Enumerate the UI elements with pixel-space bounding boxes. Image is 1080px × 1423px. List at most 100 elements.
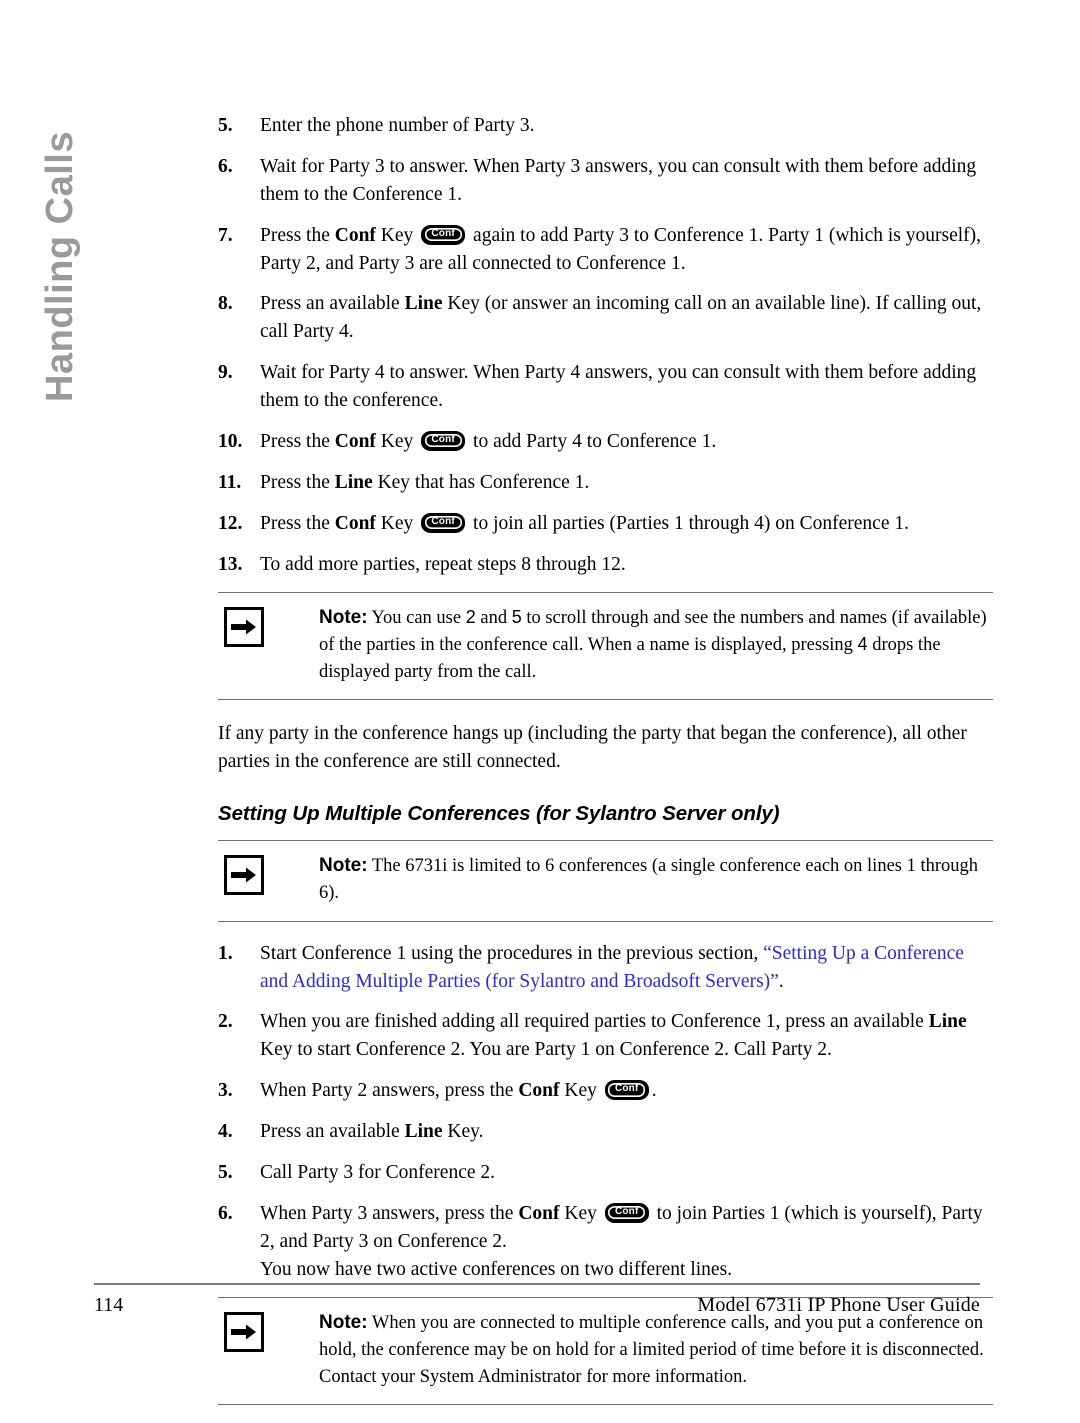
conf-key-icon: Conf [421,512,466,533]
note-part-a: You can use [367,608,466,629]
conf-key-icon-label: Conf [431,227,455,239]
step-number: 5. [218,115,233,136]
step-text-mid: Key [375,430,419,452]
list-item: 5. Enter the phone number of Party 3. [218,112,993,140]
note-box: Note: You can use 2 and 5 to scroll thro… [218,592,993,700]
step-text-pre: Press an available [260,1121,405,1143]
step-number: 12. [218,512,243,534]
step-text-pre: Start Conference 1 using the procedures … [260,942,764,964]
step-text-pre: When Party 3 answers, press the [260,1202,519,1224]
step-number: 3. [218,1080,233,1102]
step-text: Press the Line Key that has Conference 1… [260,469,993,497]
list-item: 3. When Party 2 answers, press the Conf … [218,1077,993,1105]
step-text-pre: When you are finished adding all require… [260,1011,929,1033]
step-number: 7. [218,224,233,246]
note-label: Note: [319,607,368,629]
step-text: When you are finished adding all require… [260,1008,993,1064]
step-text-post: Key that has Conference 1. [372,471,590,493]
list-item: 9. Wait for Party 4 to answer. When Part… [218,359,993,415]
guide-title: Model 6731i IP Phone User Guide [697,1294,980,1316]
step-text: Press an available Line Key (or answer a… [260,290,993,346]
document-page: Handling Calls 5. Enter the phone number… [0,0,1080,1405]
conf-key-icon: Conf [421,430,466,451]
section-heading: Setting Up Multiple Conferences (for Syl… [218,802,780,826]
step-text-post: . [651,1080,657,1102]
step-text: When Party 2 answers, press the Conf Key… [260,1077,993,1105]
key-digit-2: 2 [465,607,476,628]
list-item: 12. Press the Conf Key Conf to join all … [218,510,993,538]
step-text: To add more parties, repeat steps 8 thro… [260,553,626,575]
list-item: 7. Press the Conf Key Conf again to add … [218,222,993,278]
note-body: When you are connected to multiple confe… [319,1313,984,1387]
list-item: 6. When Party 3 answers, press the Conf … [218,1200,993,1284]
note-text: Note: The 6731i is limited to 6 conferen… [319,853,993,906]
list-item: 4. Press an available Line Key. [218,1118,993,1146]
footer-row: 114 Model 6731i IP Phone User Guide [94,1294,980,1317]
conf-key-icon-label: Conf [614,1206,639,1218]
note-text: Note: You can use 2 and 5 to scroll thro… [319,605,993,685]
conf-keyword: Conf [518,1202,560,1224]
arrow-right-icon [224,855,264,896]
step-text-post: to join all parties (Parties 1 through 4… [468,512,909,534]
conf-keyword: Conf [334,224,376,246]
list-item: 8. Press an available Line Key (or answe… [218,290,993,346]
conf-key-icon-label: Conf [614,1083,639,1095]
note-text: Note: When you are connected to multiple… [319,1310,993,1390]
page-number: 114 [94,1294,124,1316]
step-number: 11. [218,471,242,493]
line-keyword: Line [334,471,373,493]
list-item: 2. When you are finished adding all requ… [218,1008,993,1064]
conf-keyword: Conf [334,430,376,452]
step-number: 4. [218,1121,233,1143]
conf-keyword: Conf [518,1080,560,1102]
step-text-pre: Press the [260,471,335,493]
step-text-pre: Press the [260,224,335,246]
step-text: Press the Conf Key Conf to join all part… [260,510,993,538]
arrow-right-icon [224,607,264,648]
note-icon-wrap [224,855,270,896]
step-text-mid: Key [375,512,419,534]
step-number: 9. [218,362,233,384]
step-text-post: Key. [442,1121,484,1143]
note-part-b: and [475,608,512,629]
step-extra-line: You now have two active conferences on t… [260,1258,733,1280]
page-footer: 114 Model 6731i IP Phone User Guide [94,1283,980,1317]
step-text-mid: Key [375,224,419,246]
step-number: 6. [218,1202,233,1224]
step-text-mid: Key [559,1202,602,1224]
step-number: 1. [218,942,233,964]
step-number: 2. [218,1011,233,1033]
step-text: Start Conference 1 using the procedures … [260,940,993,996]
note-icon-wrap [224,1312,270,1353]
list-item: 10. Press the Conf Key Conf to add Party… [218,428,993,456]
key-digit-5: 5 [511,607,522,628]
line-keyword: Line [404,293,443,315]
arrow-right-icon [224,1312,264,1353]
conf-key-icon-label: Conf [431,515,455,527]
note-label: Note: [319,855,368,877]
step-text-pre: Press an available [260,293,405,315]
step-text: Enter the phone number of Party 3. [260,115,535,136]
conf-key-icon: Conf [421,224,466,245]
step-text-pre: Press the [260,512,335,534]
list-item: 5. Call Party 3 for Conference 2. [218,1159,993,1187]
step-text-pre: When Party 2 answers, press the [260,1080,519,1102]
list-item: 1. Start Conference 1 using the procedur… [218,940,993,996]
chapter-side-tab-label: Handling Calls [38,131,81,402]
step-text: When Party 3 answers, press the Conf Key… [260,1200,993,1284]
step-text-post: Key to start Conference 2. You are Party… [260,1039,832,1061]
body-paragraph: If any party in the conference hangs up … [218,722,967,773]
step-text: Press the Conf Key Conf to add Party 4 t… [260,428,993,456]
step-text: Press the Conf Key Conf again to add Par… [260,222,993,278]
page-content: 5. Enter the phone number of Party 3. 6.… [218,112,993,1423]
step-text: Press an available Line Key. [260,1118,993,1146]
step-text: Wait for Party 3 to answer. When Party 3… [260,155,977,205]
step-text-pre: Press the [260,430,335,452]
footer-divider [94,1283,980,1285]
step-number: 6. [218,155,233,177]
list-item: 6. Wait for Party 3 to answer. When Part… [218,153,993,209]
line-keyword: Line [404,1121,443,1143]
note-icon-wrap [224,607,270,648]
step-text-mid: Key [559,1080,602,1102]
step-number: 10. [218,430,243,452]
